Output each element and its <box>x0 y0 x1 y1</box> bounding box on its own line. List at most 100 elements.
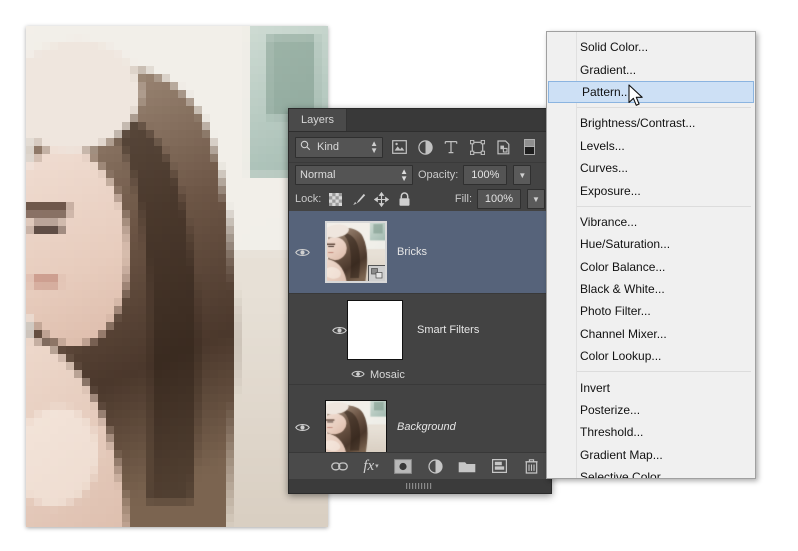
menu-item-label: Invert <box>580 381 610 395</box>
layer-visibility-toggle-background[interactable] <box>289 422 315 433</box>
lock-transparent-pixels-icon[interactable] <box>326 190 344 208</box>
menu-item-label: Posterize... <box>580 403 640 417</box>
opacity-dropdown-caret[interactable]: ▼ <box>513 165 531 185</box>
layer-row-smart-filters[interactable]: Smart Filters <box>289 294 551 366</box>
menu-item-gradient[interactable]: Gradient... <box>547 58 755 80</box>
menu-item-label: Vibrance... <box>580 215 637 229</box>
menu-item-label: Hue/Saturation... <box>580 237 670 251</box>
lock-image-pixels-icon[interactable] <box>349 190 367 208</box>
new-adjustment-layer-icon[interactable] <box>425 456 445 476</box>
menu-item-gradient-map[interactable]: Gradient Map... <box>547 444 755 466</box>
menu-item-label: Curves... <box>580 161 628 175</box>
lock-label: Lock: <box>295 193 321 205</box>
adjustment-layer-icon[interactable] <box>415 137 435 157</box>
menu-item-solid-color[interactable]: Solid Color... <box>547 36 755 58</box>
layer-list: Bricks Smart Filters Mosaic <box>289 211 551 464</box>
menu-item-exposure[interactable]: Exposure... <box>547 179 755 201</box>
layer-visibility-toggle-bricks[interactable] <box>289 247 315 258</box>
menu-item-label: Threshold... <box>580 425 643 439</box>
new-group-icon[interactable] <box>457 456 477 476</box>
layer-filter-row: Kind ▲▼ <box>289 132 551 163</box>
filter-kind-select[interactable]: Kind ▲▼ <box>295 137 383 158</box>
layer-thumbnail-smart-filters[interactable] <box>347 300 403 360</box>
layer-thumbnail-background[interactable] <box>315 400 397 454</box>
layer-row-bricks[interactable]: Bricks <box>289 211 551 294</box>
menu-item-label: Gradient... <box>580 63 636 77</box>
layer-thumbnail-bricks[interactable] <box>315 221 397 283</box>
menu-item-label: Color Balance... <box>580 260 665 274</box>
layers-panel-footer: fx▾ <box>289 452 551 479</box>
menu-separator <box>577 371 751 372</box>
menu-item-label: Brightness/Contrast... <box>580 116 695 130</box>
menu-item-label: Photo Filter... <box>580 304 651 318</box>
fill-value: 100% <box>485 193 513 205</box>
menu-item-label: Gradient Map... <box>580 448 663 462</box>
tab-layers[interactable]: Layers <box>289 109 347 131</box>
panel-resize-grip[interactable] <box>289 479 551 493</box>
menu-item-color-balance[interactable]: Color Balance... <box>547 256 755 278</box>
menu-item-levels[interactable]: Levels... <box>547 135 755 157</box>
opacity-input[interactable]: 100% <box>463 165 507 185</box>
type-layer-icon[interactable] <box>441 137 461 157</box>
menu-item-pattern[interactable]: Pattern... <box>548 81 754 103</box>
lock-all-icon[interactable] <box>395 190 413 208</box>
shape-layer-icon[interactable] <box>467 137 487 157</box>
menu-item-photo-filter[interactable]: Photo Filter... <box>547 300 755 322</box>
panel-tab-bar: Layers <box>289 109 551 132</box>
delete-layer-icon[interactable] <box>521 456 541 476</box>
tab-layers-label: Layers <box>301 114 334 126</box>
menu-item-vibrance[interactable]: Vibrance... <box>547 211 755 233</box>
photoshop-screenshot: Layers Kind ▲▼ <box>0 0 798 551</box>
menu-item-label: Solid Color... <box>580 40 648 54</box>
smart-filter-mosaic[interactable]: Mosaic <box>289 366 551 385</box>
layer-name-background: Background <box>397 421 456 433</box>
layer-visibility-toggle-smart-filters[interactable] <box>289 325 347 336</box>
filter-toggle-icon[interactable] <box>519 137 539 157</box>
menu-item-label: Channel Mixer... <box>580 327 667 341</box>
menu-item-curves[interactable]: Curves... <box>547 157 755 179</box>
menu-item-label: Levels... <box>580 139 625 153</box>
filter-name-mosaic: Mosaic <box>370 369 405 381</box>
opacity-label: Opacity: <box>418 169 458 181</box>
filter-visibility-toggle-mosaic[interactable] <box>351 369 365 382</box>
pixel-layer-icon[interactable] <box>389 137 409 157</box>
white-mask-thumbnail <box>347 300 403 360</box>
layer-name-bricks: Bricks <box>397 246 427 258</box>
new-layer-icon[interactable] <box>489 456 509 476</box>
document-canvas-window[interactable] <box>26 26 328 527</box>
menu-item-label: Pattern... <box>582 85 631 99</box>
blend-mode-value: Normal <box>300 169 335 181</box>
layer-mask-icon[interactable] <box>393 456 413 476</box>
blend-mode-select[interactable]: Normal ▲▼ <box>295 165 413 185</box>
filter-kind-label: Kind <box>317 141 339 153</box>
menu-item-label: Color Lookup... <box>580 349 661 363</box>
layer-styles-fx-icon[interactable]: fx▾ <box>361 456 381 476</box>
menu-separator <box>577 206 751 207</box>
menu-item-selective-color[interactable]: Selective Color... <box>547 466 755 479</box>
fill-input[interactable]: 100% <box>477 189 521 209</box>
menu-item-hue-saturation[interactable]: Hue/Saturation... <box>547 233 755 255</box>
menu-item-channel-mixer[interactable]: Channel Mixer... <box>547 323 755 345</box>
menu-item-label: Black & White... <box>580 282 665 296</box>
layers-panel[interactable]: Layers Kind ▲▼ <box>288 108 552 494</box>
opacity-value: 100% <box>471 169 499 181</box>
smart-object-icon[interactable] <box>493 137 513 157</box>
menu-item-posterize[interactable]: Posterize... <box>547 399 755 421</box>
menu-item-invert[interactable]: Invert <box>547 376 755 398</box>
portrait-thumbnail <box>325 221 387 283</box>
menu-item-color-lookup[interactable]: Color Lookup... <box>547 345 755 367</box>
mouse-cursor-arrow-icon <box>628 84 646 108</box>
fill-label: Fill: <box>455 193 472 205</box>
search-icon <box>300 140 311 154</box>
menu-item-threshold[interactable]: Threshold... <box>547 421 755 443</box>
portrait-thumbnail <box>325 400 387 454</box>
new-adjustment-layer-menu[interactable]: Solid Color... Gradient... Pattern... Brigh… <box>546 31 756 479</box>
fill-dropdown-caret[interactable]: ▼ <box>527 189 545 209</box>
smart-object-badge <box>368 265 386 282</box>
mosaic-image[interactable] <box>26 26 328 527</box>
layer-name-smart-filters: Smart Filters <box>417 324 479 336</box>
menu-item-black-white[interactable]: Black & White... <box>547 278 755 300</box>
menu-item-brightness-contrast[interactable]: Brightness/Contrast... <box>547 112 755 134</box>
link-layers-icon[interactable] <box>329 456 349 476</box>
lock-position-icon[interactable] <box>372 190 390 208</box>
